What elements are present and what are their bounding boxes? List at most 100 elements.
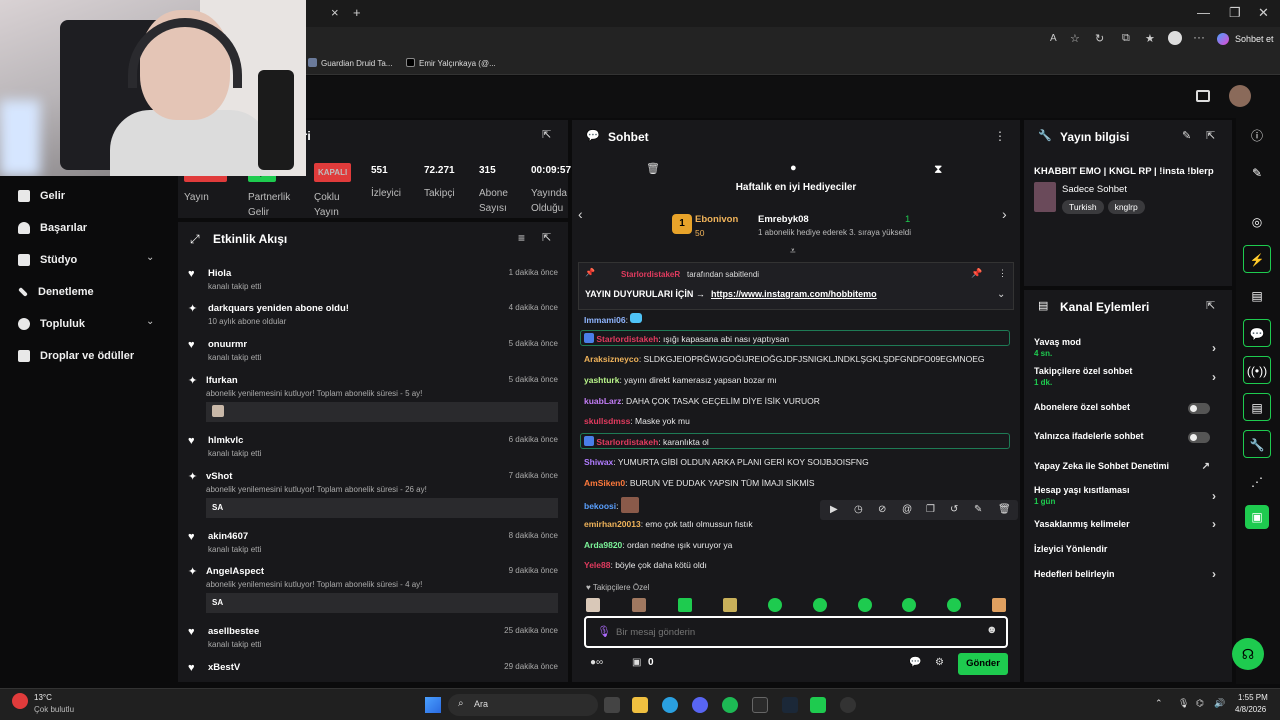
bookmark-item[interactable]: Guardian Druid Ta... <box>308 58 392 68</box>
edit-icon[interactable]: ✎ <box>1243 159 1271 187</box>
share-icon[interactable]: ⋰ <box>1243 468 1271 496</box>
copy-icon[interactable]: ❐ <box>926 504 935 515</box>
tag[interactable]: knglrp <box>1107 200 1145 214</box>
taskbar-search[interactable]: ⌕ Ara <box>448 694 598 716</box>
microphone-icon[interactable]: 🎙 <box>597 625 611 638</box>
top-gifter-name[interactable]: Ebonivon <box>695 214 738 225</box>
popout-icon[interactable]: ⇱ <box>1206 299 1215 312</box>
profile-avatar[interactable] <box>1168 31 1182 45</box>
extensions-icon[interactable]: ⧉ <box>1122 32 1130 45</box>
chevron-down-icon[interactable]: ⌄ <box>146 252 154 263</box>
undo-icon[interactable]: ↺ <box>950 504 958 515</box>
more-options-icon[interactable]: ⋮ <box>998 268 1007 279</box>
trash-icon[interactable]: 🗑 <box>646 162 660 175</box>
category-name[interactable]: Sadece Sohbet <box>1062 184 1127 195</box>
chat-settings-bubble-icon[interactable]: 💬 <box>909 657 921 668</box>
send-button[interactable]: Gönder <box>958 653 1008 675</box>
edge-icon[interactable] <box>662 697 678 713</box>
emoji-icon[interactable]: ☻ <box>986 624 998 636</box>
spotify-icon[interactable] <box>722 697 738 713</box>
collections-icon[interactable]: ★ <box>1145 32 1155 45</box>
tab-close-button[interactable]: × <box>331 5 339 20</box>
gear-icon[interactable]: ⚙ <box>935 657 944 668</box>
nav-item-revenue[interactable]: Gelir <box>18 186 65 206</box>
maximize-button[interactable]: ❐ <box>1229 5 1241 21</box>
chat-input-box[interactable]: 🎙 ☻ <box>584 616 1008 648</box>
nav-item-drops[interactable]: Droplar ve ödüller <box>18 346 134 366</box>
broadcast-icon[interactable]: ((•)) <box>1243 356 1271 384</box>
discord-icon[interactable] <box>692 697 708 713</box>
more-menu-icon[interactable]: ··· <box>1193 30 1205 44</box>
emote-image[interactable] <box>947 598 961 612</box>
hourglass-icon[interactable]: ⧗ <box>934 162 942 177</box>
chevron-left-icon[interactable]: ‹ <box>578 206 583 222</box>
category-thumbnail[interactable] <box>1034 182 1056 212</box>
clock-date[interactable]: 4/8/2026 <box>1235 705 1266 714</box>
kick-icon[interactable] <box>810 697 826 713</box>
media-icon[interactable]: ▣ <box>1245 505 1269 529</box>
emote-image[interactable] <box>902 598 916 612</box>
more-options-icon[interactable]: ⋮ <box>994 129 1006 143</box>
action-account-age[interactable]: Hesap yaşı kısıtlaması 1 gün › <box>1034 485 1222 506</box>
tray-chevron-icon[interactable]: ⌃ <box>1155 698 1163 709</box>
action-raid[interactable]: İzleyici Yönlendir <box>1034 544 1222 554</box>
emote-image[interactable] <box>723 598 737 612</box>
nav-item-moderation[interactable]: Denetleme <box>18 282 94 302</box>
file-explorer-icon[interactable] <box>632 697 648 713</box>
chevron-down-icon[interactable]: ⌄ <box>146 316 154 327</box>
favorite-star-icon[interactable]: ☆ <box>1070 32 1080 45</box>
popout-icon[interactable]: ⇱ <box>542 231 551 244</box>
points-icon[interactable]: ●∞ <box>590 657 603 668</box>
emote-only-toggle[interactable] <box>1188 432 1210 443</box>
bookmark-item[interactable]: Emir Yalçınkaya (@... <box>406 58 496 68</box>
chevron-right-icon[interactable]: › <box>1002 206 1007 222</box>
emote-image[interactable] <box>586 598 600 612</box>
weather-icon[interactable] <box>12 693 28 709</box>
camera-icon[interactable]: ◎ <box>1243 208 1271 236</box>
channel-actions-icon[interactable]: ▤ <box>1243 393 1271 421</box>
network-icon[interactable]: ⌬ <box>1196 698 1204 709</box>
clock-time[interactable]: 1:55 PM <box>1238 693 1268 702</box>
emote-image[interactable] <box>768 598 782 612</box>
chat-button[interactable]: Sohbet et <box>1235 34 1274 44</box>
action-subscribers-only[interactable]: Abonelere özel sohbet <box>1034 402 1222 414</box>
nav-item-community[interactable]: Topluluk <box>18 314 85 334</box>
new-tab-button[interactable]: + <box>353 5 361 20</box>
nav-item-achievements[interactable]: Başarılar <box>18 218 87 238</box>
emote-image[interactable] <box>813 598 827 612</box>
action-ai-moderation[interactable]: Yapay Zeka ile Sohbet Denetimi ↗ <box>1034 461 1222 472</box>
support-icon[interactable]: ☊ <box>1232 638 1264 670</box>
read-aloud-icon[interactable]: A <box>1050 33 1057 44</box>
pinned-link[interactable]: https://www.instagram.com/hobbitemo <box>711 289 877 299</box>
nav-item-studio[interactable]: Stüdyo <box>18 250 77 270</box>
chevron-down-icon[interactable]: ⌄ <box>997 289 1005 300</box>
emote-image[interactable] <box>858 598 872 612</box>
popout-icon[interactable]: ⇱ <box>542 128 551 141</box>
action-slow-mode[interactable]: Yavaş mod 4 sn. › <box>1034 337 1222 358</box>
chat-input[interactable] <box>616 623 976 641</box>
unpin-icon[interactable]: 📌 <box>971 268 982 279</box>
expand-icon[interactable]: ⤢ <box>190 232 200 247</box>
windows-start-icon[interactable] <box>425 697 441 713</box>
wrench-icon[interactable]: 🔧 <box>1243 430 1271 458</box>
refresh-icon[interactable]: ↻ <box>1095 32 1104 45</box>
obs-icon[interactable] <box>752 697 768 713</box>
volume-icon[interactable]: 🔊 <box>1214 698 1225 709</box>
task-view-icon[interactable] <box>604 697 620 713</box>
collapse-icon[interactable]: ⩡ <box>790 246 796 257</box>
microphone-icon[interactable]: 🎙 <box>1178 698 1189 709</box>
close-window-button[interactable]: ✕ <box>1258 5 1269 21</box>
emote-image[interactable] <box>632 598 646 612</box>
stream-preview-icon[interactable] <box>1196 90 1210 102</box>
popout-icon[interactable]: ⇱ <box>1206 129 1215 142</box>
ban-icon[interactable]: ⊘ <box>878 504 886 515</box>
tag[interactable]: Turkish <box>1062 200 1104 214</box>
chat-icon[interactable]: 💬 <box>1243 319 1271 347</box>
emote-image[interactable] <box>678 598 692 612</box>
mention-icon[interactable]: @ <box>902 504 912 515</box>
action-emote-only[interactable]: Yalnızca ifadelerle sohbet <box>1034 431 1222 443</box>
delete-icon[interactable]: 🗑 <box>998 504 1011 515</box>
gift-icon[interactable]: ▣ <box>632 657 641 668</box>
pin-icon[interactable]: ✎ <box>974 504 982 515</box>
filter-icon[interactable]: ≡ <box>518 231 525 245</box>
